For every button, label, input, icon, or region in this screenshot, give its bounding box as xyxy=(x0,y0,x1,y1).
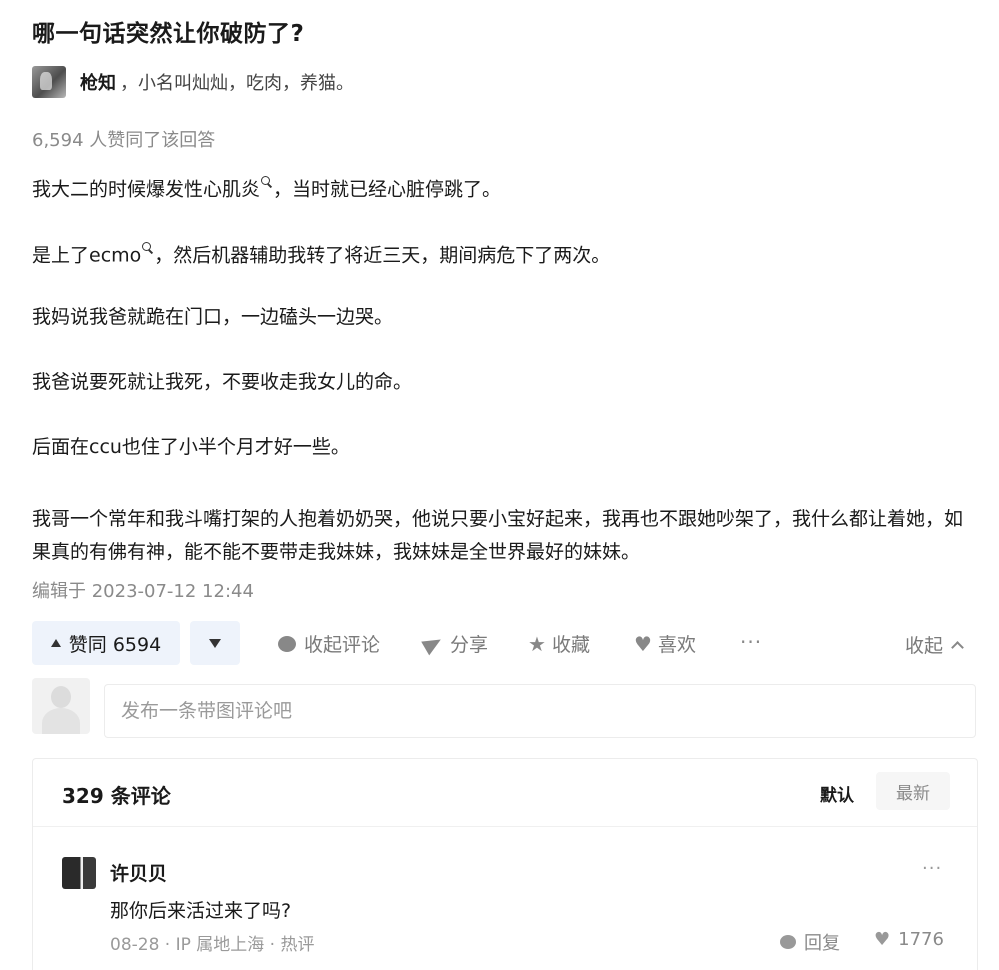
vote-count-text[interactable]: 6,594 人赞同了该回答 xyxy=(32,126,215,152)
heart-icon: ♥ xyxy=(634,631,652,656)
collapse-comments-button[interactable]: 收起评论 xyxy=(278,630,380,657)
commenter-name[interactable]: 许贝贝 xyxy=(110,859,167,886)
triangle-down-icon xyxy=(209,638,221,648)
favorite-button[interactable]: ★ 收藏 xyxy=(528,630,590,657)
avatar-head xyxy=(51,686,71,708)
edited-timestamp: 编辑于 2023-07-12 12:44 xyxy=(32,581,254,602)
paragraph-text: 是上了ecmo xyxy=(32,244,142,267)
comment-bubble-icon xyxy=(780,935,796,949)
answer-paragraph: 后面在ccu也住了小半个月才好一些。 xyxy=(32,436,350,458)
paragraph-text: ，然后机器辅助我转了将近三天，期间病危下了两次。 xyxy=(154,244,611,267)
heart-icon: ♥ xyxy=(874,928,891,950)
collapse-answer-button[interactable]: 收起 xyxy=(905,631,964,658)
author-bio: ，小名叫灿灿，吃肉，养猫。 xyxy=(120,73,354,94)
author-avatar[interactable] xyxy=(32,66,66,98)
collapse-comments-label: 收起评论 xyxy=(304,634,381,656)
triangle-up-icon xyxy=(50,639,61,647)
favorite-label: 收藏 xyxy=(551,634,590,656)
answer-paragraph: 我妈说我爸就跪在门口，一边磕头一边哭。 xyxy=(32,306,394,328)
sort-default-tab[interactable]: 默认 xyxy=(820,781,854,806)
answer-paragraph: 我大二的时候爆发性心肌炎 ，当时就已经心脏停跳了。 xyxy=(32,176,501,199)
divider xyxy=(33,826,977,827)
comment-more-button[interactable]: ··· xyxy=(922,858,942,879)
paper-plane-icon xyxy=(421,632,445,655)
comment-count: 329 条评论 xyxy=(62,784,171,808)
more-icon: ··· xyxy=(740,630,763,654)
comment-meta: 08-28 · IP 属地上海 · 热评 xyxy=(110,935,315,955)
chevron-up-icon xyxy=(951,640,964,654)
upvote-button[interactable]: 赞同 6594 xyxy=(32,621,180,665)
sort-latest-tab[interactable]: 最新 xyxy=(876,772,950,810)
star-icon: ★ xyxy=(528,631,546,656)
comment-input[interactable] xyxy=(104,684,976,738)
author-name[interactable]: 枪知 xyxy=(80,69,116,95)
paragraph-text: 我大二的时候爆发性心肌炎 xyxy=(32,178,261,201)
avatar-body xyxy=(42,708,80,734)
collapse-label: 收起 xyxy=(905,635,944,657)
search-icon[interactable] xyxy=(261,176,273,188)
comment-like-button[interactable]: ♥ 1776 xyxy=(874,929,944,950)
answer-paragraph: 我哥一个常年和我斗嘴打架的人抱着奶奶哭，他说只要小宝好起来，我再也不跟她吵架了，… xyxy=(32,508,964,563)
comment-text: 那你后来活过来了吗? xyxy=(110,900,292,922)
answer-paragraph: 我爸说要死就让我死，不要收走我女儿的命。 xyxy=(32,371,413,393)
commenter-avatar[interactable] xyxy=(62,857,96,889)
author-row: 枪知 ，小名叫灿灿，吃肉，养猫。 xyxy=(32,66,354,98)
more-actions-button[interactable]: ··· xyxy=(740,630,762,654)
search-icon[interactable] xyxy=(142,242,154,254)
upvote-label: 赞同 6594 xyxy=(68,633,162,656)
comment-bubble-icon xyxy=(278,635,296,652)
like-label: 喜欢 xyxy=(657,634,696,656)
paragraph-text: ，当时就已经心脏停跳了。 xyxy=(273,178,502,201)
reply-button[interactable]: 回复 xyxy=(780,929,840,955)
reply-label: 回复 xyxy=(804,933,840,954)
current-user-avatar[interactable] xyxy=(32,678,90,734)
downvote-button[interactable] xyxy=(190,621,240,665)
share-button[interactable]: 分享 xyxy=(421,630,489,657)
like-button[interactable]: ♥ 喜欢 xyxy=(634,630,696,657)
comment-like-count: 1776 xyxy=(898,929,944,950)
answer-paragraph: 是上了ecmo ，然后机器辅助我转了将近三天，期间病危下了两次。 xyxy=(32,242,610,265)
question-title[interactable]: 哪一句话突然让你破防了? xyxy=(32,14,304,48)
share-label: 分享 xyxy=(450,634,489,656)
